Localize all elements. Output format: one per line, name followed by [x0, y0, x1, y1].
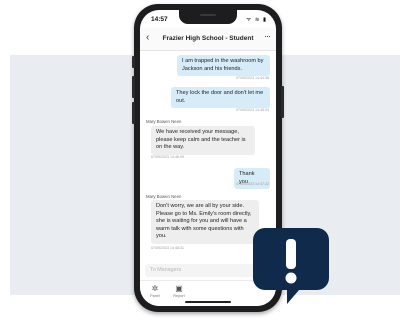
more-options-icon[interactable]: ···	[264, 31, 271, 41]
message-timestamp: 07/09/2023 14:44:36	[236, 76, 269, 80]
mute-switch	[132, 56, 135, 68]
gear-icon: ✲	[151, 284, 159, 293]
tab-report[interactable]: ▣ Report	[168, 284, 190, 298]
sender-name: Mary Bowen Neen	[146, 194, 182, 199]
report-icon: ▣	[175, 284, 183, 293]
message-input-placeholder: To Managers	[150, 267, 182, 273]
message-bubble-outgoing: They lock the door and don't let me out.	[171, 87, 270, 109]
tab-panel-label: Panel	[150, 294, 160, 298]
status-bar: 14:57 ᯤ ≋ ▮	[140, 10, 276, 28]
tab-report-label: Report	[173, 294, 185, 298]
volume-up-button	[132, 76, 135, 98]
signal-wifi-battery-icon: ᯤ ≋ ▮	[246, 17, 267, 23]
status-time: 14:57	[151, 16, 168, 23]
power-button	[281, 86, 284, 118]
message-timestamp: 07/09/2023 14:46:09	[151, 155, 184, 159]
message-bubble-outgoing: I am trapped in the washroom by Jackson …	[177, 55, 270, 77]
chat-title: Frazier High School - Student	[162, 35, 254, 42]
message-timestamp: 07/09/2023 14:48:31	[151, 246, 184, 250]
message-bubble-outgoing: Thank you	[234, 168, 270, 190]
notch	[179, 10, 237, 24]
speaker	[200, 14, 216, 16]
message-bubble-incoming: Don't worry, we are all by your side. Pl…	[151, 200, 259, 244]
sender-name: Mary Bowen Neen	[146, 119, 182, 124]
tab-panel[interactable]: ✲ Panel	[144, 284, 166, 298]
message-bubble-incoming: We have received your message, please ke…	[151, 126, 255, 155]
home-indicator	[185, 301, 231, 303]
message-timestamp: 07/09/2023 14:47:22	[236, 182, 269, 186]
exclamation-speech-icon	[253, 228, 329, 304]
chat-header: ‹ Frazier High School - Student ···	[140, 28, 276, 51]
message-timestamp: 07/09/2023 14:45:04	[236, 108, 269, 112]
volume-down-button	[132, 102, 135, 124]
